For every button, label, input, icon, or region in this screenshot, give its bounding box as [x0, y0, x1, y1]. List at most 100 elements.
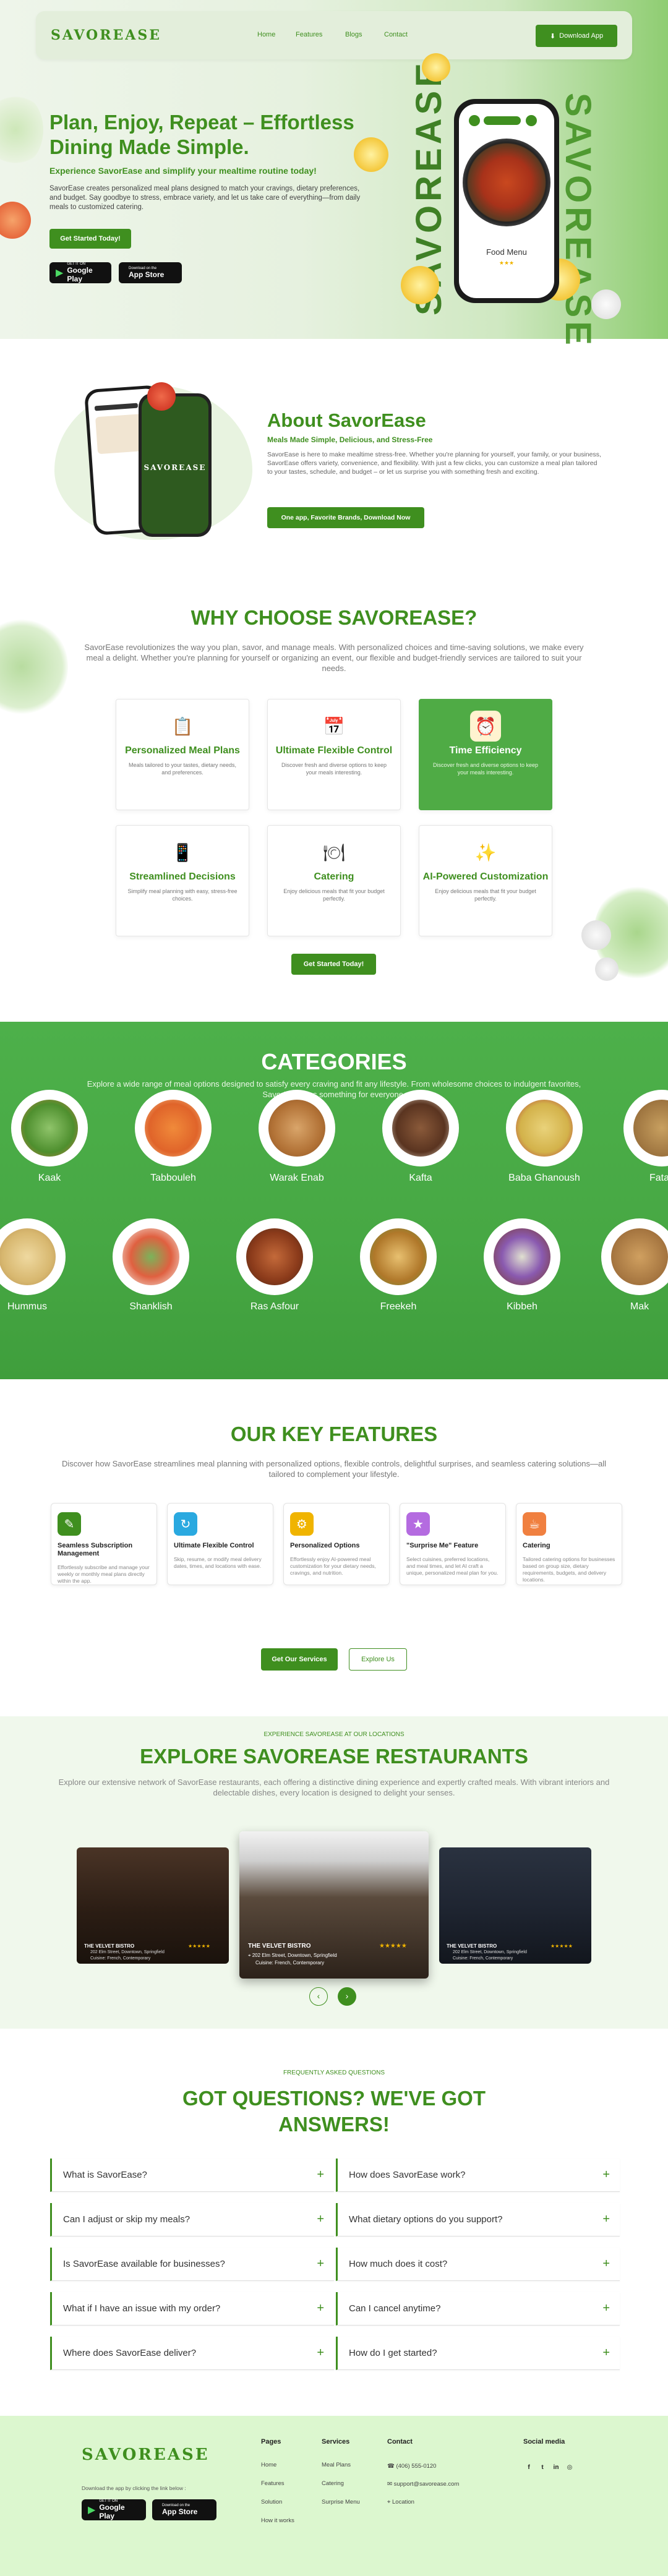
- why-card[interactable]: 📋 Personalized Meal Plans Meals tailored t…: [116, 699, 249, 810]
- explore-us-button[interactable]: Explore Us: [349, 1648, 407, 1671]
- nav-features[interactable]: Features: [296, 31, 322, 38]
- faq-item[interactable]: Can I cancel anytime? +: [336, 2292, 620, 2326]
- why-card[interactable]: 📱 Streamlined Decisions Simplify meal plan…: [116, 825, 249, 936]
- feature-card[interactable]: ★ "Surprise Me" Feature Select cuisines, p…: [400, 1503, 506, 1585]
- restaurant-card[interactable]: THE VELVET BISTRO ★★★★★ 202 Elm Street, …: [77, 1847, 229, 1964]
- category-item[interactable]: Kibbeh: [479, 1218, 565, 1312]
- footer-google-play-button[interactable]: ▶ GET IT ON Google Play: [82, 2499, 146, 2520]
- why-card[interactable]: 📅 Ultimate Flexible Control Discover fresh…: [267, 699, 401, 810]
- faq-item[interactable]: What dietary options do you support? +: [336, 2203, 620, 2236]
- category-food-image: [246, 1228, 303, 1285]
- footer-link-catering[interactable]: Catering: [322, 2480, 344, 2487]
- app-store-button[interactable]: Download on the App Store: [119, 262, 182, 283]
- plus-icon: +: [602, 2168, 610, 2181]
- category-label: Baba Ghanoush: [508, 1173, 580, 1183]
- feature-card[interactable]: ⚙ Personalized Options Effortlessly enjoy …: [283, 1503, 390, 1585]
- faq-item[interactable]: How does SavorEase work? +: [336, 2159, 620, 2192]
- category-item[interactable]: Tabbouleh: [130, 1090, 216, 1184]
- faq-item[interactable]: What if I have an issue with my order? +: [50, 2292, 334, 2326]
- faq-item[interactable]: What is SavorEase? +: [50, 2159, 334, 2192]
- footer-link-meal-plans[interactable]: Meal Plans: [322, 2462, 351, 2468]
- about-cta-button[interactable]: One app, Favorite Brands, Download Now: [267, 507, 424, 528]
- feature-title: Seamless Subscription Management: [58, 1542, 133, 1557]
- faq-question: Where does SavorEase deliver?: [63, 2348, 197, 2358]
- restaurant-cuisine: Cuisine: French, Contemporary: [90, 1956, 151, 1961]
- faq-question: How much does it cost?: [349, 2259, 448, 2269]
- category-item[interactable]: Hummus: [0, 1218, 71, 1312]
- feature-card[interactable]: ☕ Catering Tailored catering options for b…: [516, 1503, 622, 1585]
- footer-link-solution[interactable]: Solution: [261, 2499, 282, 2505]
- faq-item[interactable]: Where does SavorEase deliver? +: [50, 2337, 334, 2370]
- plus-icon: +: [317, 2301, 324, 2315]
- restaurant-card-featured[interactable]: THE VELVET BISTRO ★★★★★ ⌖ 202 Elm Street…: [239, 1831, 429, 1979]
- feature-text: Effortlessly enjoy AI-powered meal custo…: [290, 1556, 376, 1576]
- why-cta-button[interactable]: Get Started Today!: [291, 954, 376, 975]
- footer-link-home[interactable]: Home: [261, 2462, 276, 2468]
- plus-icon: +: [317, 2168, 324, 2181]
- footer-link-surprise-menu[interactable]: Surprise Menu: [322, 2499, 360, 2505]
- footer-email[interactable]: support@savorease.com: [394, 2481, 460, 2488]
- category-item[interactable]: Baba Ghanoush: [501, 1090, 588, 1184]
- category-food-image: [370, 1228, 427, 1285]
- footer-app-store-button[interactable]: Download on the App Store: [152, 2499, 216, 2520]
- footer-link-features[interactable]: Features: [261, 2480, 285, 2487]
- sparkle-icon: ✨: [470, 837, 501, 868]
- category-item[interactable]: Warak Enab: [254, 1090, 340, 1184]
- plus-icon: +: [602, 2212, 610, 2226]
- faq-question: What dietary options do you support?: [349, 2214, 503, 2225]
- faq-item[interactable]: How do I get started? +: [336, 2337, 620, 2370]
- faq-item[interactable]: Can I adjust or skip my meals? +: [50, 2203, 334, 2236]
- restaurants-title: EXPLORE SAVOREASE RESTAURANTS: [140, 1745, 528, 1768]
- footer-location[interactable]: Location: [392, 2499, 414, 2505]
- google-play-icon: ▶: [56, 268, 64, 278]
- catering-icon: ☕: [523, 1512, 546, 1536]
- google-play-button[interactable]: ▶ GET IT ON Google Play: [49, 262, 111, 283]
- category-item[interactable]: Mak: [596, 1218, 668, 1312]
- nav-blogs[interactable]: Blogs: [345, 31, 362, 38]
- why-card[interactable]: ✨ AI-Powered Customization Enjoy delicious…: [419, 825, 552, 936]
- nav-home[interactable]: Home: [257, 31, 275, 38]
- restaurant-card[interactable]: THE VELVET BISTRO ★★★★★ 202 Elm Street, …: [439, 1847, 591, 1964]
- faq-item[interactable]: Is SavorEase available for businesses? +: [50, 2248, 334, 2281]
- category-label: Ras Asfour: [250, 1301, 299, 1312]
- phone-food-plate: [463, 139, 550, 226]
- category-item[interactable]: Kafta: [377, 1090, 464, 1184]
- nav-contact[interactable]: Contact: [384, 31, 408, 38]
- feature-card[interactable]: ✎ Seamless Subscription Management Effortl…: [51, 1503, 157, 1585]
- lettuce-decoration: [0, 93, 43, 167]
- why-card-title: Catering: [314, 871, 354, 882]
- footer-link-how-it-works[interactable]: How it works: [261, 2517, 294, 2524]
- carousel-prev-button[interactable]: ‹: [309, 1987, 328, 2006]
- category-food-image: [145, 1100, 202, 1157]
- linkedin-icon[interactable]: in: [550, 2462, 562, 2473]
- twitter-icon[interactable]: t: [537, 2462, 548, 2473]
- why-card[interactable]: 🍽 Catering Enjoy delicious meals that fit …: [267, 825, 401, 936]
- why-card[interactable]: ⏰ Time Efficiency Discover fresh and diver…: [419, 699, 552, 810]
- category-plate: [236, 1218, 313, 1295]
- google-play-icon: ▶: [88, 2505, 96, 2515]
- category-item[interactable]: Shanklish: [108, 1218, 194, 1312]
- category-item[interactable]: Fatay: [619, 1090, 668, 1184]
- faq-item[interactable]: How much does it cost? +: [336, 2248, 620, 2281]
- brand-logo[interactable]: SAVOREASE: [51, 27, 161, 43]
- category-item[interactable]: Freekeh: [355, 1218, 442, 1312]
- feature-text: Skip, resume, or modify meal delivery da…: [174, 1556, 262, 1569]
- footer-phone[interactable]: (406) 555-0120: [396, 2463, 436, 2470]
- about-phone-front: SAVOREASE: [139, 393, 212, 537]
- category-food-image: [494, 1228, 550, 1285]
- feature-card[interactable]: ↻ Ultimate Flexible Control Skip, resume, …: [167, 1503, 273, 1585]
- navbar: SAVOREASE Home Features Blogs Contact ⬇ …: [36, 11, 632, 59]
- category-item[interactable]: Ras Asfour: [231, 1218, 318, 1312]
- facebook-icon[interactable]: f: [523, 2462, 534, 2473]
- hero-cta-button[interactable]: Get Started Today!: [49, 229, 131, 249]
- instagram-icon[interactable]: ◎: [564, 2462, 575, 2473]
- category-item[interactable]: Kaak: [6, 1090, 93, 1184]
- footer-logo[interactable]: SAVOREASE: [82, 2445, 210, 2464]
- why-body: SavorEase revolutionizes the way you pla…: [84, 643, 584, 673]
- why-title: WHY CHOOSE SAVOREASE?: [191, 606, 477, 629]
- download-app-button[interactable]: ⬇ Download App: [536, 25, 617, 47]
- get-services-button[interactable]: Get Our Services: [261, 1648, 338, 1671]
- carousel-next-button[interactable]: ›: [338, 1987, 356, 2006]
- mushroom-decoration: [581, 920, 611, 950]
- category-food-image: [0, 1228, 56, 1285]
